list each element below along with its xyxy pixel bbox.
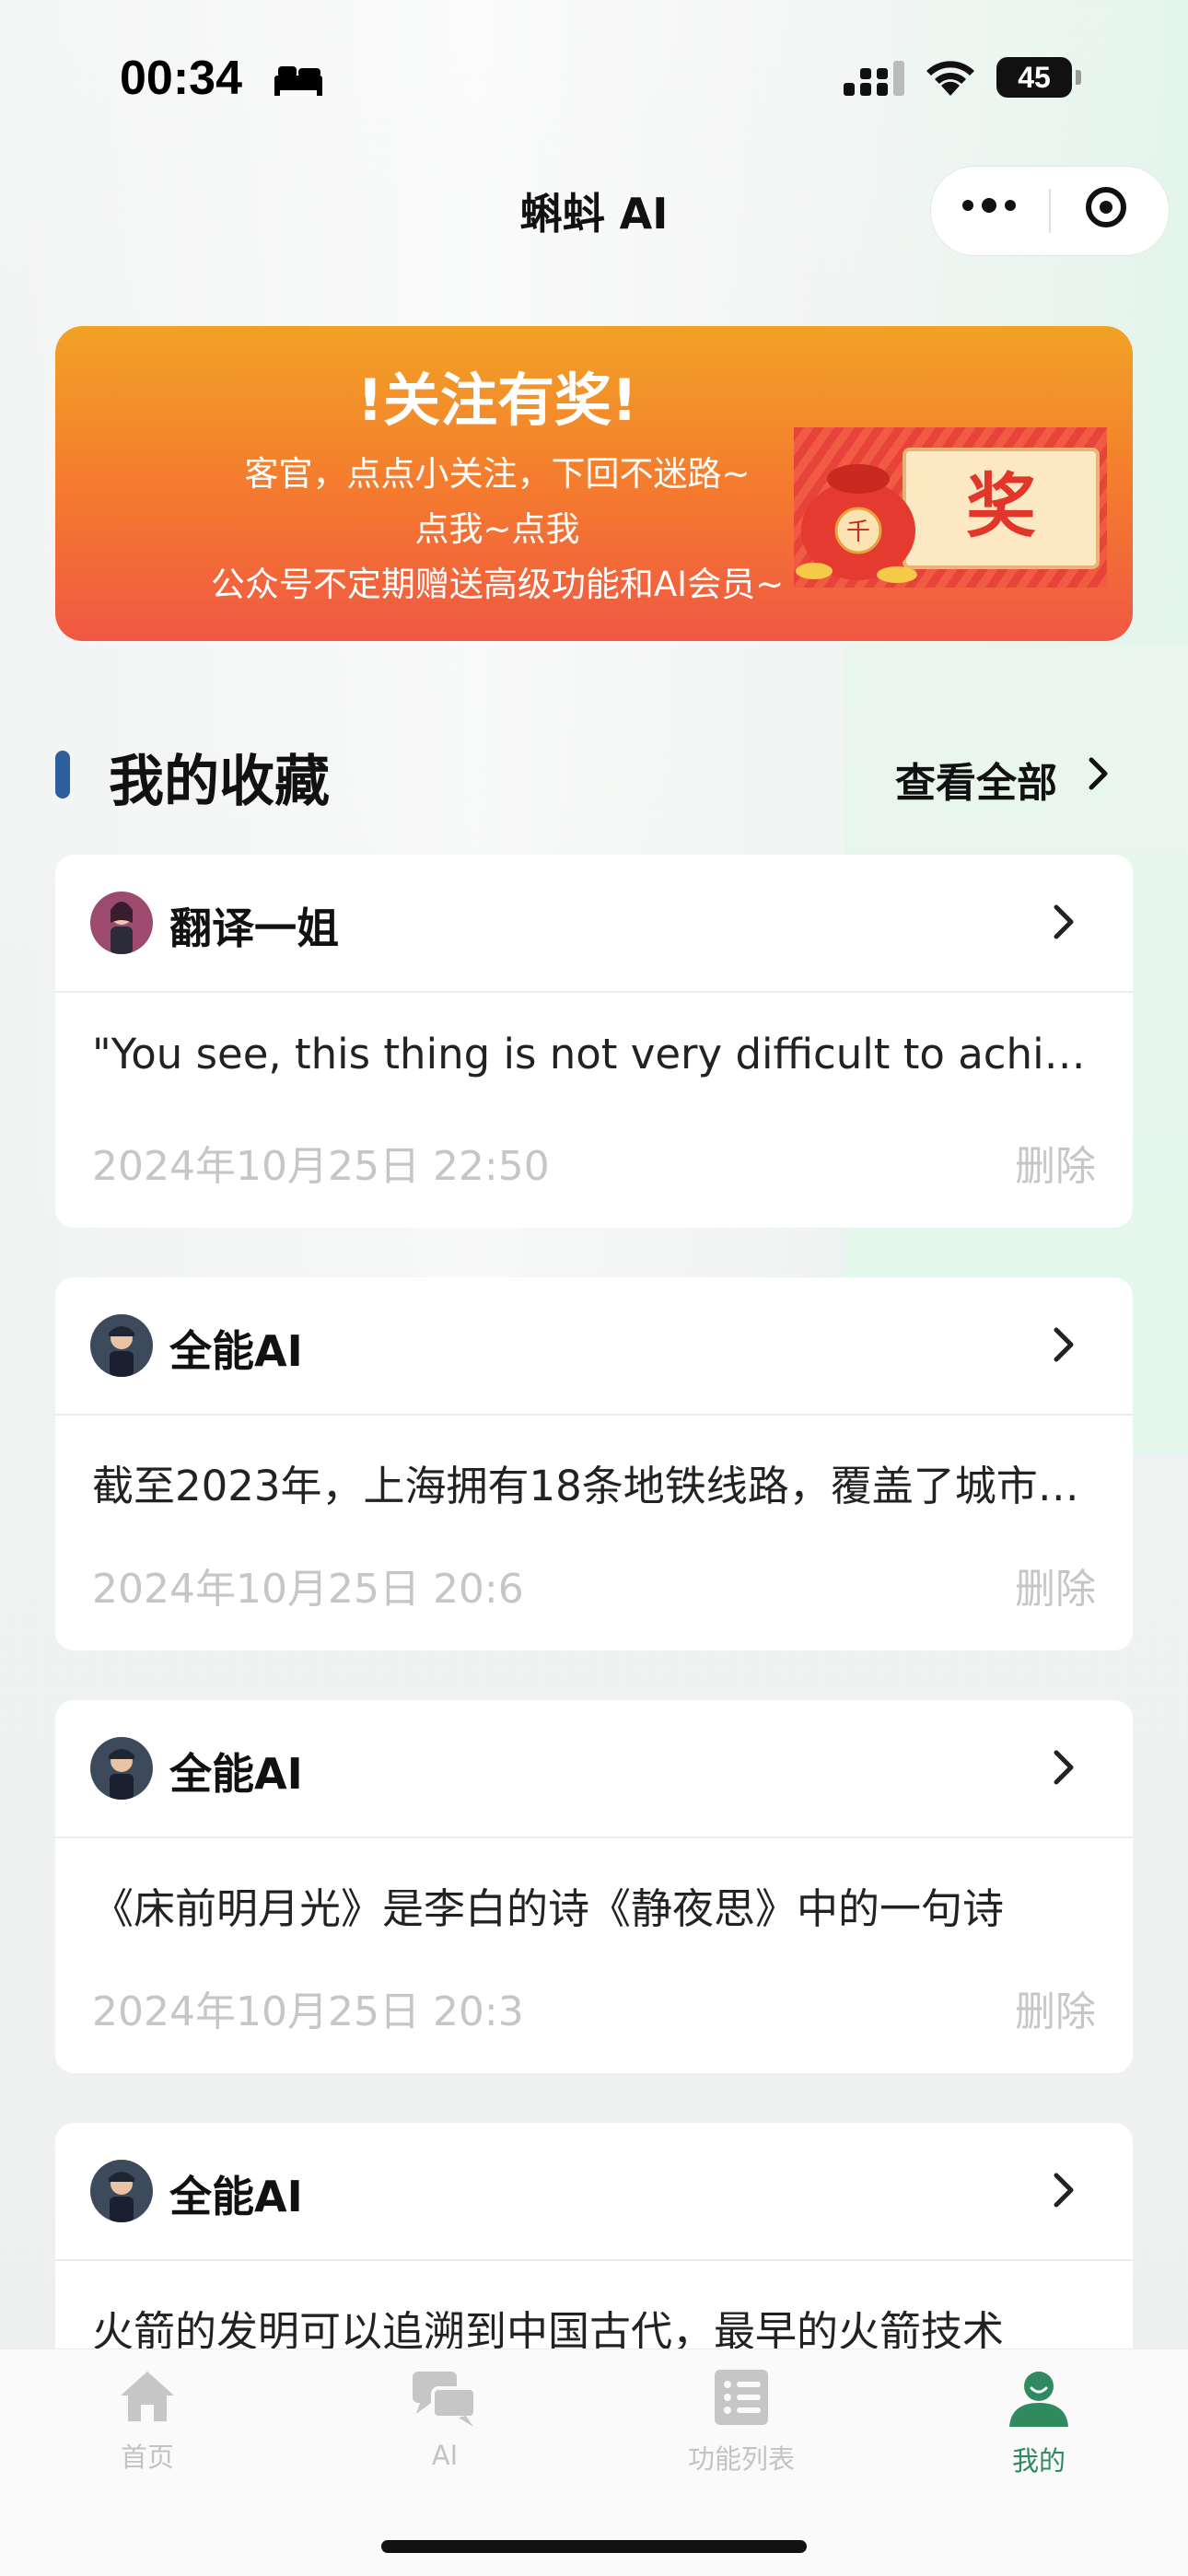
battery-tip [1076,70,1081,85]
translator-avatar [90,892,153,954]
banner-title: !关注有奖! [356,367,638,434]
cellular-signal-icon [844,61,904,96]
battery-level: 45 [1018,60,1051,94]
assistant-avatar [90,1314,153,1377]
chevron-right-icon[interactable] [1087,755,1111,792]
tab-mine[interactable]: 我的 [947,2368,1131,2478]
bag-character: 千 [846,519,870,546]
delete-button[interactable]: 删除 [1015,1556,1096,1614]
card-date: 2024年10月25日 20:3 [92,1988,524,2035]
card-date: 2024年10月25日 20:6 [92,1566,524,1613]
tab-label: 首页 [120,2442,174,2473]
status-bar: 00:34 45 [0,0,1188,157]
chevron-right-icon[interactable] [1052,1748,1076,1787]
tab-label: 功能列表 [687,2443,795,2475]
favorite-card[interactable]: 全能AI 截至2023年，上海拥有18条地铁线路，覆盖了城市的大部分区域 202… [55,1277,1133,1650]
assistant-avatar [90,2160,153,2222]
close-miniprogram-icon[interactable] [1086,187,1126,227]
more-icon[interactable] [962,198,1016,213]
chevron-right-icon[interactable] [1052,903,1076,941]
home-indicator[interactable] [381,2540,807,2553]
favorite-card[interactable]: 全能AI 《床前明月光》是李白的诗《静夜思》中的一句诗 2024年10月25日 … [55,1700,1133,2073]
wifi-icon [926,61,974,96]
battery-indicator: 45 [996,57,1072,98]
card-header[interactable]: 全能AI [55,2123,1133,2261]
chevron-right-icon[interactable] [1052,1325,1076,1364]
assistant-avatar [90,1737,153,1800]
sleep-focus-icon [274,66,322,96]
card-message-preview: 截至2023年，上海拥有18条地铁线路，覆盖了城市的大部分区域 [92,1462,1096,1510]
card-header[interactable]: 全能AI [55,1700,1133,1838]
chat-icon [413,2372,477,2427]
user-icon [1009,2372,1068,2427]
section-accent-bar [55,751,70,798]
favorite-card[interactable]: 翻译一姐 "You see, this thing is not very di… [55,855,1133,1228]
card-assistant-name: 翻译一姐 [169,903,339,953]
tab-feature-list[interactable]: 功能列表 [649,2368,833,2477]
favorites-title: 我的收藏 [109,750,330,814]
card-assistant-name: 全能AI [169,1326,303,1376]
tab-home[interactable]: 首页 [55,2368,239,2475]
list-icon [715,2370,768,2425]
status-time: 00:34 [120,52,242,105]
card-assistant-name: 全能AI [169,2172,303,2221]
delete-button[interactable]: 删除 [1015,1978,1096,2037]
view-all-link[interactable]: 查看全部 [895,750,1057,809]
delete-button[interactable]: 删除 [1015,1133,1096,1192]
follow-reward-banner[interactable]: !关注有奖! 客官，点点小关注，下回不迷路~ 点我~点我 公众号不定期赠送高级功… [55,326,1133,641]
card-message-preview: 《床前明月光》是李白的诗《静夜思》中的一句诗 [92,1884,1005,1933]
card-assistant-name: 全能AI [169,1749,303,1799]
miniprogram-capsule [930,166,1170,256]
tab-ai[interactable]: AI [353,2368,537,2471]
prize-character: 奖 [966,465,1036,547]
card-date: 2024年10月25日 22:50 [92,1143,550,1190]
card-message-preview: "You see, this thing is not very difficu… [92,1030,1096,1078]
card-header[interactable]: 全能AI [55,1277,1133,1416]
tab-label: 我的 [1011,2445,1066,2477]
prize-illustration: 千 奖 [794,427,1107,588]
card-header[interactable]: 翻译一姐 [55,855,1133,993]
home-icon [121,2372,174,2421]
chevron-right-icon[interactable] [1052,2171,1076,2209]
capsule-divider [1049,189,1051,233]
tab-label: AI [431,2440,459,2471]
